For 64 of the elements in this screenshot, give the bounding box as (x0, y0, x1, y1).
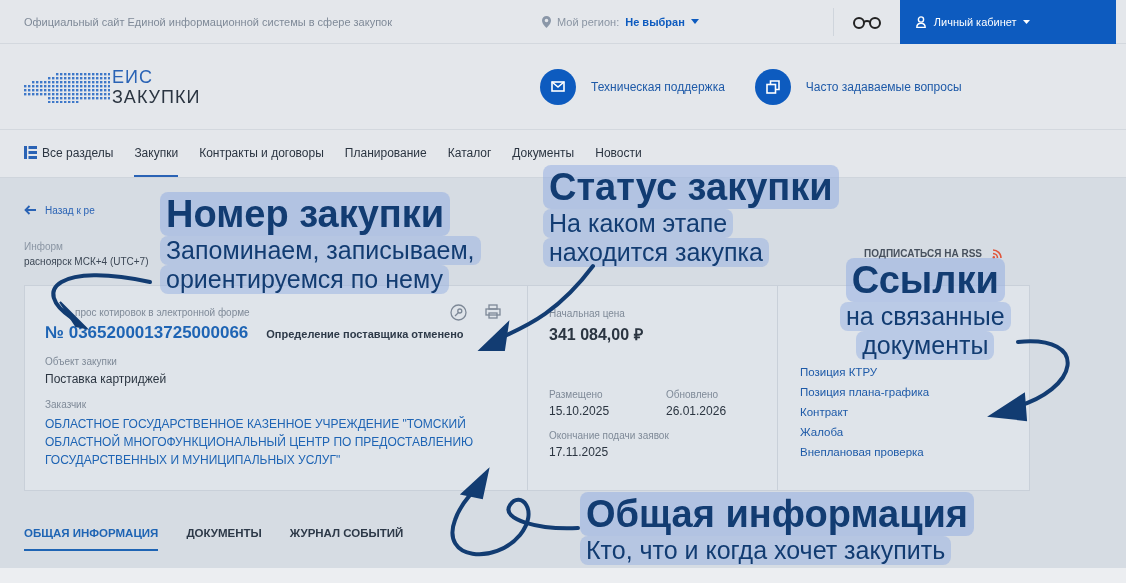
annotation-title: Статус закупки (543, 165, 839, 209)
caret-icon (690, 19, 699, 24)
glasses-icon[interactable] (851, 14, 882, 29)
region-selector[interactable]: Не выбран (625, 15, 685, 28)
date-label: Обновлено (666, 389, 720, 400)
related-link[interactable]: Контракт (800, 406, 848, 418)
nav-item[interactable]: Каталог (447, 130, 492, 177)
help-link[interactable]: Часто задаваемые вопросы (805, 79, 962, 94)
date-label: Окончание подачи заявок (549, 430, 670, 441)
annotation-text: находится закупка (543, 238, 769, 267)
printer-icon[interactable] (485, 304, 501, 319)
logo-text: ЕИС (112, 66, 154, 87)
purchase-number[interactable]: № 0365200013725000066 (45, 323, 249, 343)
logo-map-icon (22, 70, 110, 103)
rss-link[interactable]: ПОДПИСАТЬСЯ НА RSS (863, 248, 982, 259)
timezone-text: расноярск МСК+4 (UTC+7) (24, 256, 149, 267)
nav-item[interactable]: Все разделы (24, 130, 114, 177)
annotation-text: на связанные (840, 302, 1011, 331)
annotation-title: Общая информация (580, 492, 975, 536)
back-link[interactable]: Назад к ре (45, 204, 95, 216)
rss-icon[interactable] (992, 248, 1002, 259)
envelope-icon[interactable] (540, 68, 576, 105)
related-link[interactable]: Жалоба (800, 426, 844, 438)
date-value: 15.10.2025 (549, 404, 611, 418)
copy-icon[interactable] (754, 68, 791, 105)
date-label: Размещено (549, 389, 604, 400)
nav-item[interactable]: Закупки (134, 130, 179, 177)
annotation-title: Ссылки (845, 258, 1005, 302)
purchase-status: Определение поставщика отменено (266, 328, 464, 340)
purchase-type: прос котировок в электронной форме (75, 307, 250, 318)
tab[interactable]: ЖУРНАЛ СОБЫТИЙ (289, 527, 404, 551)
annotation-text: Кто, что и когда хочет закупить (580, 536, 952, 565)
annotation-text: документы (856, 331, 995, 360)
related-link[interactable]: Позиция КТРУ (800, 366, 878, 378)
annotation-title: Номер закупки (160, 192, 451, 236)
field-label: Объект закупки (45, 356, 118, 367)
field-value: Поставка картриджей (45, 372, 168, 386)
location-pin-icon (542, 15, 551, 28)
annotation-text: Запоминаем, записываем, (160, 236, 481, 265)
related-link[interactable]: Позиция плана-графика (800, 386, 930, 398)
help-link[interactable]: Техническая поддержка (591, 79, 725, 94)
tab[interactable]: ОБЩАЯ ИНФОРМАЦИЯ (24, 527, 159, 551)
nav-item[interactable]: Контракты и договоры (199, 130, 324, 177)
date-value: 17.11.2025 (549, 445, 610, 459)
sections-icon (24, 146, 37, 159)
price-value: 341 084,00 ₽ (549, 325, 644, 345)
caret-icon (1022, 19, 1030, 24)
field-label: Заказчик (45, 399, 88, 410)
customer-link[interactable]: ОБЛАСТНОЕ ГОСУДАРСТВЕННОЕ КАЗЕННОЕ УЧРЕЖДЕНИЕ "ТОМСКИЙ ОБЛАСТНОЙ МНОГОФУНКЦИОНАЛЬНЫЙ ЦЕНТР ПО ПРЕДОСТАВЛЕНИЮ ГОСУДАРСТВЕННЫХ И МУНИЦИПАЛЬНЫХ УСЛУГ" (45, 415, 500, 469)
user-icon (915, 15, 928, 28)
back-arrow-icon[interactable] (24, 205, 37, 215)
date-value: 26.01.2026 (666, 404, 728, 418)
nav-item[interactable]: Планирование (344, 130, 427, 177)
info-text: Информ (24, 241, 64, 252)
region-label: Мой регион: (557, 15, 620, 28)
site-title: Официальный сайт Единой информационной системы в сфере закупок (24, 15, 394, 28)
logo-text: ЗАКУПКИ (112, 86, 201, 107)
annotation-text: На каком этапе (543, 209, 734, 238)
account-button[interactable]: Личный кабинет (899, 0, 1116, 44)
related-link[interactable]: Внеплановая проверка (800, 446, 924, 458)
annotation-text: ориентируемся по нему (160, 265, 449, 294)
price-label: Начальная цена (549, 308, 626, 319)
tab[interactable]: ДОКУМЕНТЫ (186, 527, 262, 551)
key-icon[interactable] (450, 304, 467, 321)
